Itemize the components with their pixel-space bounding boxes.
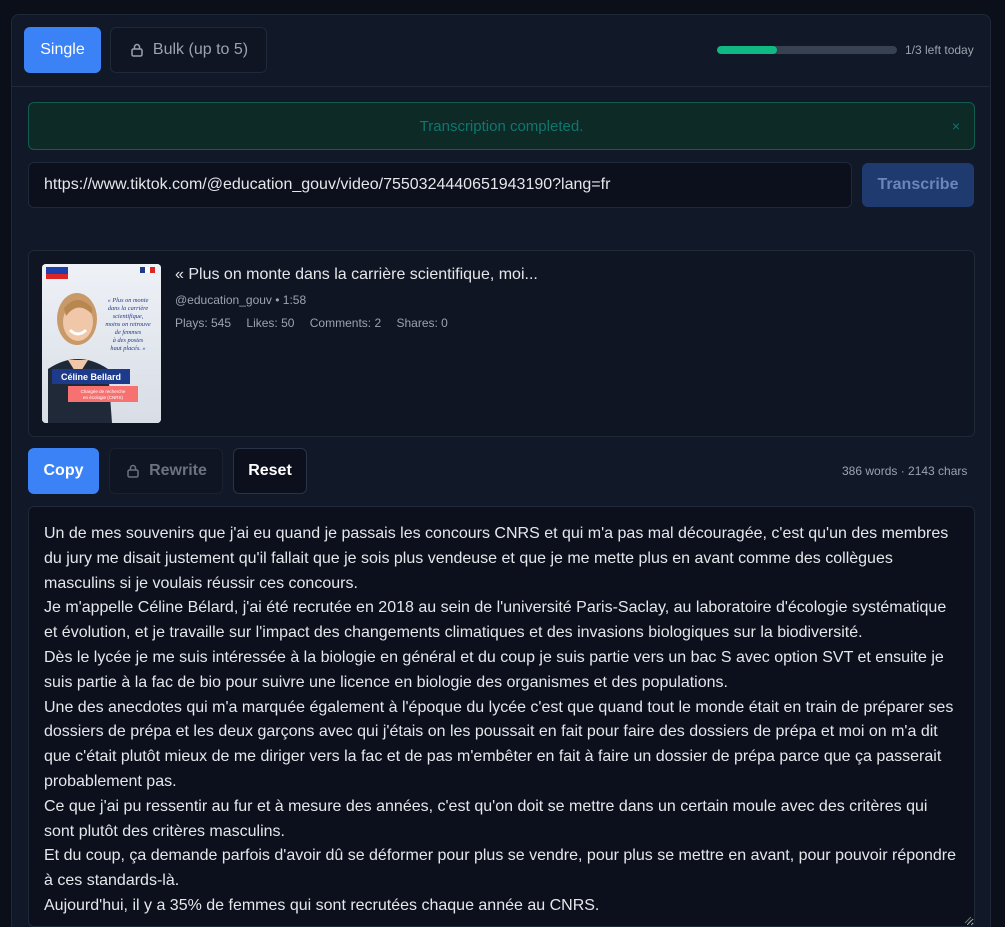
single-mode-tab[interactable]: Single <box>24 27 101 73</box>
video-title: « Plus on monte dans la carrière scienti… <box>175 266 538 283</box>
video-thumbnail[interactable]: « Plus on monte dans la carrière scienti… <box>42 264 161 423</box>
rewrite-button[interactable]: Rewrite <box>109 448 223 494</box>
reset-button[interactable]: Reset <box>233 448 307 494</box>
quota-progress-fill <box>717 46 777 54</box>
transcript-paragraph: Dès le lycée je me suis intéressée à la … <box>44 648 944 691</box>
comments-count: Comments: 2 <box>309 316 382 330</box>
copy-button[interactable]: Copy <box>28 448 99 494</box>
video-card: « Plus on monte dans la carrière scienti… <box>28 250 975 437</box>
bulk-mode-tab[interactable]: Bulk (up to 5) <box>110 27 267 73</box>
alert-message: Transcription completed. <box>419 117 584 135</box>
transcribe-button[interactable]: Transcribe <box>862 163 974 207</box>
likes-count: Likes: 50 <box>246 316 295 330</box>
svg-text:moins on retrouve: moins on retrouve <box>105 321 151 328</box>
svg-text:en écologie (CNRS): en écologie (CNRS) <box>83 395 124 400</box>
transcript-paragraph: Je m'appelle Céline Bélard, j'ai été rec… <box>44 599 947 642</box>
svg-text:à des postes: à des postes <box>113 337 144 344</box>
word-char-count: 386 words · 2143 chars <box>842 464 968 478</box>
url-input[interactable] <box>28 162 852 208</box>
transcript-paragraph: Une des anecdotes qui m'a marquée égalem… <box>44 698 954 790</box>
svg-text:haut placés. »: haut placés. » <box>110 345 145 352</box>
lock-icon <box>125 463 141 479</box>
svg-text:scientifique,: scientifique, <box>113 313 144 320</box>
transcript-textarea[interactable]: Un de mes souvenirs que j'ai eu quand je… <box>28 506 975 927</box>
svg-text:Chargée de recherche: Chargée de recherche <box>81 389 126 394</box>
svg-text:dans la carrière: dans la carrière <box>108 305 149 312</box>
svg-text:« Plus on monte: « Plus on monte <box>108 297 149 304</box>
video-stats: Plays: 545 Likes: 50 Comments: 2 Shares:… <box>175 316 460 330</box>
close-icon[interactable]: × <box>952 118 960 134</box>
rewrite-label: Rewrite <box>149 462 207 479</box>
quota-progress-bar <box>717 46 897 54</box>
resize-handle-icon[interactable] <box>964 916 972 924</box>
transcript-paragraph: Ce que j'ai pu ressentir au fur et à mes… <box>44 797 928 840</box>
transcript-paragraph: Aujourd'hui, il y a 35% de femmes qui so… <box>44 896 600 914</box>
shares-count: Shares: 0 <box>396 316 448 330</box>
svg-text:de femmes: de femmes <box>115 329 142 336</box>
success-alert: Transcription completed. × <box>28 102 975 150</box>
transcriber-panel: Single Bulk (up to 5) 1/3 left today Tra… <box>11 14 991 927</box>
lock-icon <box>129 42 145 58</box>
mode-bar: Single Bulk (up to 5) 1/3 left today <box>12 15 990 87</box>
transcript-paragraph: Et du coup, ça demande parfois d'avoir d… <box>44 847 957 890</box>
quota-text: 1/3 left today <box>905 43 974 57</box>
transcript-paragraph: Un de mes souvenirs que j'ai eu quand je… <box>44 525 949 592</box>
svg-text:Céline Bellard: Céline Bellard <box>61 372 121 382</box>
plays-count: Plays: 545 <box>175 316 232 330</box>
bulk-mode-label: Bulk (up to 5) <box>152 41 249 58</box>
video-meta: @education_gouv • 1:58 <box>175 293 307 307</box>
